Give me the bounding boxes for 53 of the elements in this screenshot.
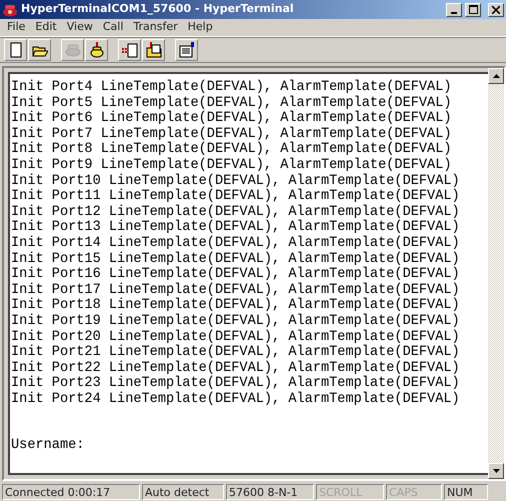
receive-folder-icon — [146, 42, 162, 58]
scroll-up-icon[interactable] — [492, 74, 500, 78]
send-file-button[interactable] — [118, 39, 141, 61]
terminal-line: Init Port24 LineTemplate(DEFVAL), AlarmTemplate(DEFVAL) — [11, 391, 461, 408]
new-document-button[interactable] — [4, 39, 27, 61]
status-field: NUM — [444, 484, 488, 500]
terminal-line: Init Port9 LineTemplate(DEFVAL), AlarmTemplate(DEFVAL) — [11, 158, 453, 174]
terminal-line: Init Port7 LineTemplate(DEFVAL), AlarmTemplate(DEFVAL) — [11, 126, 453, 142]
window-title: HyperTerminalCOM1_57600 - HyperTerminal — [21, 1, 295, 18]
terminal-line: Init Port5 LineTemplate(DEFVAL), AlarmTemplate(DEFVAL) — [11, 95, 453, 111]
terminal-line: Init Port10 LineTemplate(DEFVAL), AlarmTemplate(DEFVAL) — [11, 173, 461, 189]
terminal-line: Init Port6 LineTemplate(DEFVAL), AlarmTemplate(DEFVAL) — [11, 110, 453, 127]
terminal-line: Init Port15 LineTemplate(DEFVAL), AlarmTemplate(DEFVAL) — [11, 251, 461, 267]
terminal-prompt: Username: — [11, 438, 86, 454]
status-field: 57600 8-N-1 — [226, 484, 314, 500]
properties-icon — [178, 42, 194, 58]
menu-item[interactable]: View — [62, 19, 98, 36]
close-icon — [492, 6, 500, 14]
status-field: Auto detect — [142, 484, 224, 500]
open-folder-button[interactable] — [28, 39, 51, 61]
minimize-icon — [451, 12, 457, 14]
terminal-line: Init Port4 LineTemplate(DEFVAL), AlarmTemplate(DEFVAL) — [11, 80, 453, 96]
terminal-line: Init Port19 LineTemplate(DEFVAL), AlarmTemplate(DEFVAL) — [11, 314, 461, 330]
terminal-line: Init Port21 LineTemplate(DEFVAL), AlarmTemplate(DEFVAL) — [11, 344, 461, 360]
menu-item[interactable]: File — [2, 19, 30, 36]
maximize-icon — [468, 5, 478, 14]
status-field: Connected 0:00:17 — [2, 484, 140, 500]
minimize-button[interactable] — [446, 2, 462, 16]
terminal-line: Init Port12 LineTemplate(DEFVAL), AlarmTemplate(DEFVAL) — [11, 204, 461, 220]
terminal-line: Init Port14 LineTemplate(DEFVAL), AlarmTemplate(DEFVAL) — [11, 236, 461, 252]
menu-item[interactable]: Transfer — [128, 19, 183, 36]
terminal-line: Init Port8 LineTemplate(DEFVAL), AlarmTemplate(DEFVAL) — [11, 142, 453, 158]
terminal-line: Init Port11 LineTemplate(DEFVAL), AlarmTemplate(DEFVAL) — [11, 188, 461, 205]
scroll-down-icon[interactable] — [492, 469, 500, 473]
terminal-line: Init Port23 LineTemplate(DEFVAL), AlarmTemplate(DEFVAL) — [11, 376, 461, 392]
terminal-line: Init Port13 LineTemplate(DEFVAL), AlarmTemplate(DEFVAL) — [11, 220, 461, 236]
menu-item[interactable]: Edit — [30, 19, 62, 36]
menu-item[interactable]: Help — [182, 19, 218, 36]
maximize-button[interactable] — [465, 2, 481, 16]
new-document-icon — [8, 42, 24, 58]
terminal-line: Init Port16 LineTemplate(DEFVAL), AlarmTemplate(DEFVAL) — [11, 266, 461, 282]
terminal-line: Init Port17 LineTemplate(DEFVAL), AlarmTemplate(DEFVAL) — [11, 282, 461, 298]
close-button[interactable] — [488, 2, 504, 16]
properties-button[interactable] — [175, 39, 198, 61]
telephone-button[interactable] — [85, 39, 108, 61]
vertical-scrollbar[interactable] — [488, 68, 504, 479]
terminal-line: Init Port22 LineTemplate(DEFVAL), AlarmTemplate(DEFVAL) — [11, 360, 461, 376]
terminal-screen[interactable] — [8, 72, 488, 475]
send-file-icon — [122, 42, 138, 58]
terminal-line: Init Port20 LineTemplate(DEFVAL), AlarmTemplate(DEFVAL) — [11, 329, 461, 345]
menu-item[interactable]: Call — [98, 19, 128, 36]
terminal-line: Init Port18 LineTemplate(DEFVAL), AlarmTemplate(DEFVAL) — [11, 298, 461, 314]
receive-folder-button[interactable] — [142, 39, 165, 61]
